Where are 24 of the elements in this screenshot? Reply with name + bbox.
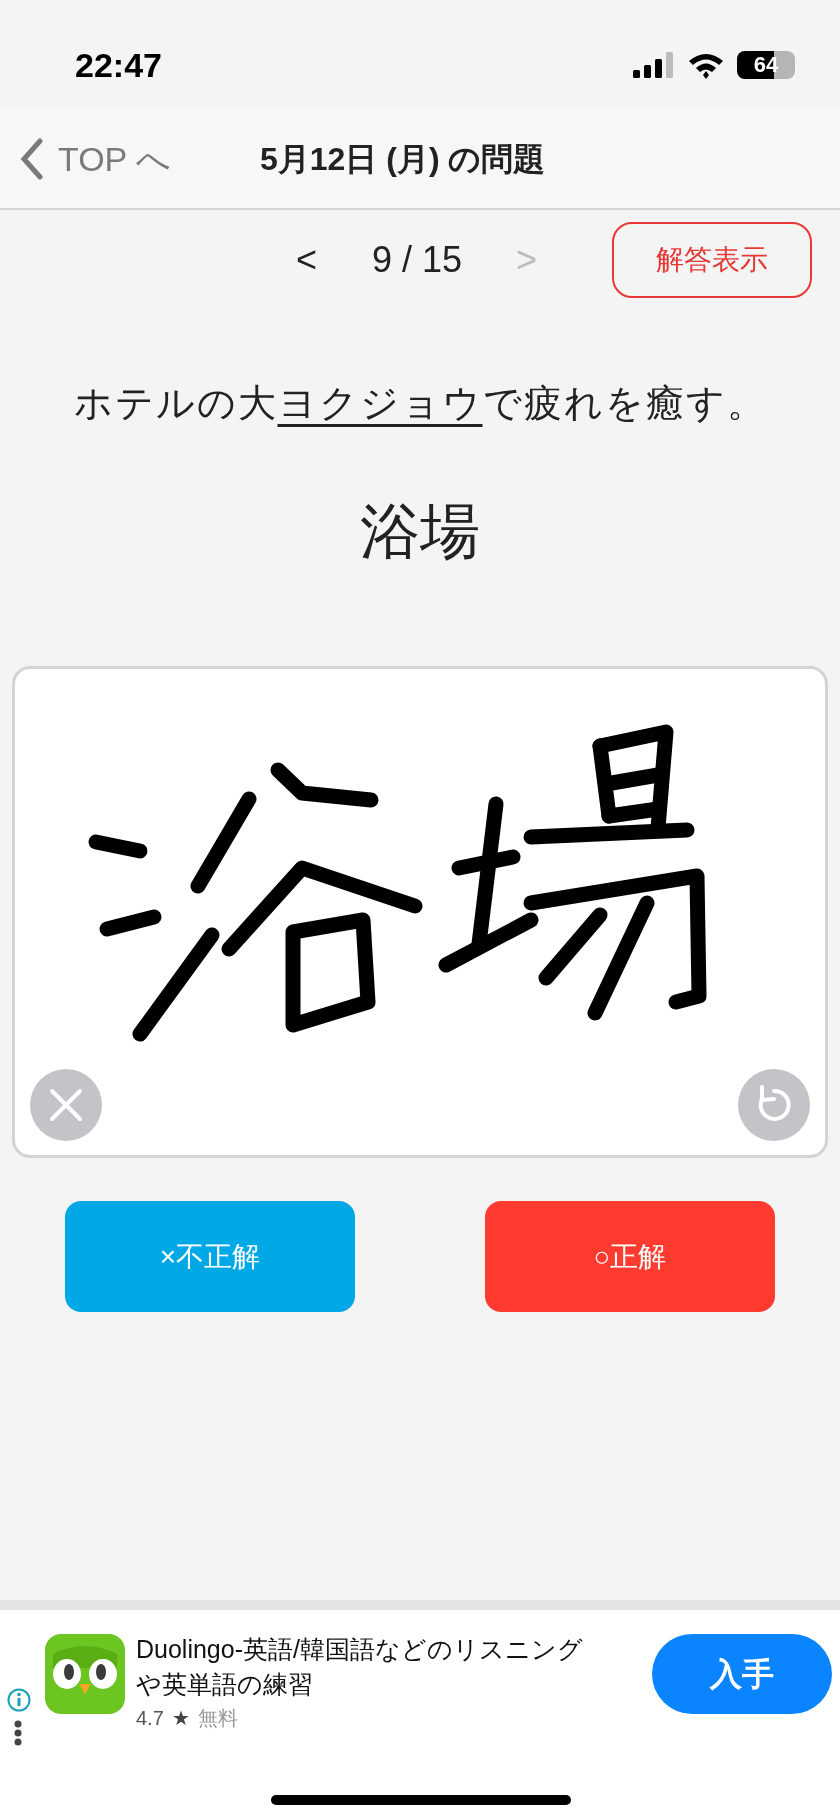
ad-title[interactable]: Duolingo-英語/韓国語などのリスニングや英単語の練習 <box>136 1632 591 1702</box>
star-icon: ★ <box>171 1703 190 1733</box>
clear-icon[interactable] <box>30 1069 102 1141</box>
question-sentence: ホテルの大 ヨクジョウ で疲れを癒す。 <box>72 380 768 427</box>
undo-icon[interactable] <box>738 1069 810 1141</box>
signal-icon <box>633 52 675 78</box>
drawing-canvas[interactable] <box>12 666 828 1158</box>
wifi-icon <box>687 51 725 79</box>
rating-value: 4.7 <box>136 1706 164 1731</box>
owl-app-icon <box>45 1634 125 1714</box>
back-chevron-icon <box>20 138 44 180</box>
price-label: 無料 <box>197 1706 238 1731</box>
more-icon[interactable] <box>14 1720 22 1746</box>
question-counter: 9 / 15 <box>372 238 463 282</box>
show-answer-button[interactable]: 解答表示 <box>612 222 812 298</box>
correct-button[interactable]: ○正解 <box>485 1201 775 1312</box>
screen-title: 5月12日 (月) の問題 <box>260 140 546 179</box>
answer-text: 浴場 <box>359 495 481 568</box>
get-button[interactable]: 入手 <box>652 1634 832 1714</box>
info-icon[interactable] <box>7 1688 31 1712</box>
previous-button[interactable]: < <box>296 233 318 287</box>
incorrect-button[interactable]: ×不正解 <box>65 1201 355 1312</box>
back-button[interactable]: TOP へ <box>0 133 172 185</box>
status-time: 22:47 <box>75 44 162 86</box>
